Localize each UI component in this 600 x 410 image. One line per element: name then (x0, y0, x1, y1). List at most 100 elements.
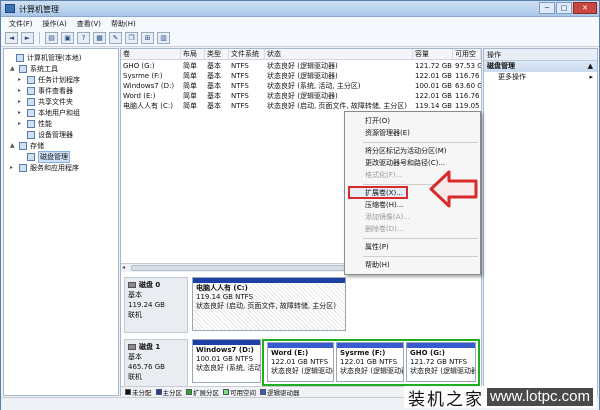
table-row[interactable]: Windows7 (D:) 简单 基本 NTFS 状态良好 (系统, 活动, 主… (121, 81, 481, 91)
menu-view[interactable]: 查看(V) (77, 19, 101, 29)
partition-f[interactable]: Sysrme (F:) 122.01 GB NTFS 状态良好 (逻辑驱动器) (336, 342, 404, 382)
maximize-button[interactable]: □ (556, 2, 572, 14)
column-header-status[interactable]: 状态 (265, 49, 413, 60)
watermark-site: www.lotpc.com (486, 388, 593, 406)
title-bar[interactable]: 计算机管理 ─ □ ✕ (1, 1, 599, 17)
menu-item-change-drive-letter[interactable]: 更改驱动器号和路径(C)... (365, 158, 445, 169)
tree-item-system-tools[interactable]: ▲ 系统工具 (10, 63, 58, 74)
show-hide-tree-icon[interactable]: ▣ (61, 32, 74, 44)
minimize-button[interactable]: ─ (539, 2, 555, 14)
users-icon (27, 108, 35, 117)
table-row[interactable]: GHO (G:) 简单 基本 NTFS 状态良好 (逻辑驱动器) 121.72 … (121, 61, 481, 71)
close-button[interactable]: ✕ (573, 2, 597, 14)
tree-item-task-scheduler[interactable]: ▸ 任务计划程序 (18, 74, 80, 85)
expand-icon[interactable]: ▸ (18, 109, 24, 116)
window-title: 计算机管理 (19, 5, 59, 14)
computer-management-icon (5, 4, 15, 13)
expand-icon[interactable]: ▸ (18, 120, 24, 127)
tree-item-services-applications[interactable]: ▸ 服务和应用程序 (10, 162, 79, 173)
menu-item-shrink-volume[interactable]: 压缩卷(H)... (365, 200, 403, 211)
menu-separator (363, 238, 478, 239)
properties-icon[interactable]: ▦ (93, 32, 106, 44)
legend-item-unallocated: 未分配 (125, 387, 152, 397)
tree-item-shared-folders[interactable]: ▸ 共享文件夹 (18, 96, 73, 107)
menu-item-properties[interactable]: 属性(P) (365, 242, 389, 253)
menu-help[interactable]: 帮助(H) (111, 19, 136, 29)
tree-item-storage[interactable]: ▲ 存储 (10, 140, 44, 151)
more-actions[interactable]: 更多操作 ▸ (484, 72, 597, 83)
watermark: 装机之家 www.lotpc.com (403, 386, 597, 410)
partition-e[interactable]: Word (E:) 122.01 GB NTFS 状态良好 (逻辑驱动器) (267, 342, 334, 382)
disk-management-icon (27, 152, 35, 161)
menu-file[interactable]: 文件(F) (9, 19, 33, 29)
expand-icon[interactable]: ▸ (10, 164, 16, 171)
menu-item-mark-active[interactable]: 将分区标记为活动分区(M) (365, 146, 447, 157)
tree-item-disk-management[interactable]: 磁盘管理 (18, 150, 70, 163)
tree-item-computer-management[interactable]: 计算机管理(本地) (7, 52, 81, 63)
tools-icon (19, 64, 27, 73)
watermark-brand: 装机之家 (407, 389, 484, 410)
help-icon[interactable]: ? (77, 32, 90, 44)
copy-icon[interactable]: ❐ (125, 32, 138, 44)
volume-name: GHO (G:) (123, 62, 155, 70)
computer-management-window: 计算机管理 ─ □ ✕ 文件(F) 操作(A) 查看(V) 帮助(H) ◄ ► … (0, 0, 600, 410)
expand-icon[interactable]: ▸ (18, 98, 24, 105)
column-header-type[interactable]: 类型 (205, 49, 229, 60)
partition-g[interactable]: GHO (G:) 121.72 GB NTFS 状态良好 (逻辑驱动器) (406, 342, 476, 382)
actions-section-disk-management[interactable]: 磁盘管理 ▲ (484, 61, 597, 72)
disk-icon (128, 282, 136, 288)
table-row[interactable]: 电脑人人有 (C:) 简单 基本 NTFS 状态良好 (启动, 页面文件, 故障… (121, 101, 481, 111)
partition-d[interactable]: Windows7 (D:) 100.01 GB NTFS 状态良好 (系统, 活… (192, 339, 261, 383)
menu-bar: 文件(F) 操作(A) 查看(V) 帮助(H) (1, 17, 599, 30)
volume-name: Sysrme (F:) (123, 72, 163, 80)
window-controls: ─ □ ✕ (539, 2, 597, 14)
expand-icon[interactable]: ▸ (18, 87, 24, 94)
menu-item-help[interactable]: 帮助(H) (365, 260, 390, 271)
list-view-icon[interactable]: ▥ (157, 32, 170, 44)
menu-item-add-mirror: 添加镜像(A)... (365, 213, 410, 221)
column-header-volume[interactable]: 卷 (121, 49, 181, 60)
table-row[interactable]: Sysrme (F:) 简单 基本 NTFS 状态良好 (逻辑驱动器) 122.… (121, 71, 481, 81)
partition-c[interactable]: 电脑人人有 (C:) 119.14 GB NTFS 状态良好 (启动, 页面文件… (192, 277, 346, 331)
column-header-layout[interactable]: 布局 (181, 49, 205, 60)
collapse-icon[interactable]: ▲ (10, 142, 16, 149)
toolbar-separator (39, 32, 40, 44)
disk-icon (128, 344, 136, 350)
disk-0-label[interactable]: 磁盘 0 基本 119.24 GB 联机 (124, 277, 188, 333)
new-window-icon[interactable]: ⊞ (141, 32, 154, 44)
menu-action[interactable]: 操作(A) (43, 19, 67, 29)
collapse-icon[interactable]: ▲ (10, 65, 16, 72)
red-arrow-annotation-icon (429, 170, 478, 208)
up-folder-icon[interactable]: ▤ (45, 32, 58, 44)
volume-name: 电脑人人有 (C:) (123, 102, 173, 110)
tree-item-event-viewer[interactable]: ▸ 事件查看器 (18, 85, 73, 96)
menu-item-extend-volume[interactable]: 扩展卷(X)... (365, 188, 403, 199)
folder-icon (27, 97, 35, 106)
volume-name: Word (E:) (123, 92, 156, 100)
back-icon[interactable]: ◄ (5, 32, 18, 44)
forward-icon[interactable]: ► (21, 32, 34, 44)
device-manager-icon (27, 130, 35, 139)
disk-graphical-view: 磁盘 0 基本 119.24 GB 联机 电脑人人有 (C:) 119.14 G… (121, 273, 481, 395)
column-header-free-space[interactable]: 可用空 (453, 49, 481, 60)
column-header-filesystem[interactable]: 文件系统 (229, 49, 265, 60)
volume-list-header: 卷 布局 类型 文件系统 状态 容量 可用空 (121, 49, 481, 60)
navigation-tree: 计算机管理(本地) ▲ 系统工具 ▸ 任务计划程序 ▸ 事件查看器 ▸ 共享文件夹 ▸ 本… (3, 48, 119, 396)
scroll-left-icon[interactable]: ◂ (122, 264, 130, 272)
edit-icon[interactable]: ✎ (109, 32, 122, 44)
collapse-icon[interactable]: ▲ (588, 61, 593, 72)
menu-item-explorer[interactable]: 资源管理器(E) (365, 128, 410, 139)
tree-item-local-users[interactable]: ▸ 本地用户和组 (18, 107, 80, 118)
tree-item-performance[interactable]: ▸ 性能 (18, 118, 52, 129)
volume-name: Windows7 (D:) (123, 82, 175, 90)
legend-item-extended: 扩展分区 (186, 387, 219, 397)
menu-item-delete-volume: 删除卷(D)... (365, 225, 404, 233)
performance-icon (27, 119, 35, 128)
expand-icon[interactable]: ▸ (18, 76, 24, 83)
actions-header: 操作 (484, 49, 597, 61)
tree-item-device-manager[interactable]: 设备管理器 (18, 129, 73, 140)
table-row[interactable]: Word (E:) 简单 基本 NTFS 状态良好 (逻辑驱动器) 122.01… (121, 91, 481, 101)
menu-item-open[interactable]: 打开(O) (365, 116, 390, 127)
column-header-capacity[interactable]: 容量 (413, 49, 453, 60)
services-icon (19, 163, 27, 172)
